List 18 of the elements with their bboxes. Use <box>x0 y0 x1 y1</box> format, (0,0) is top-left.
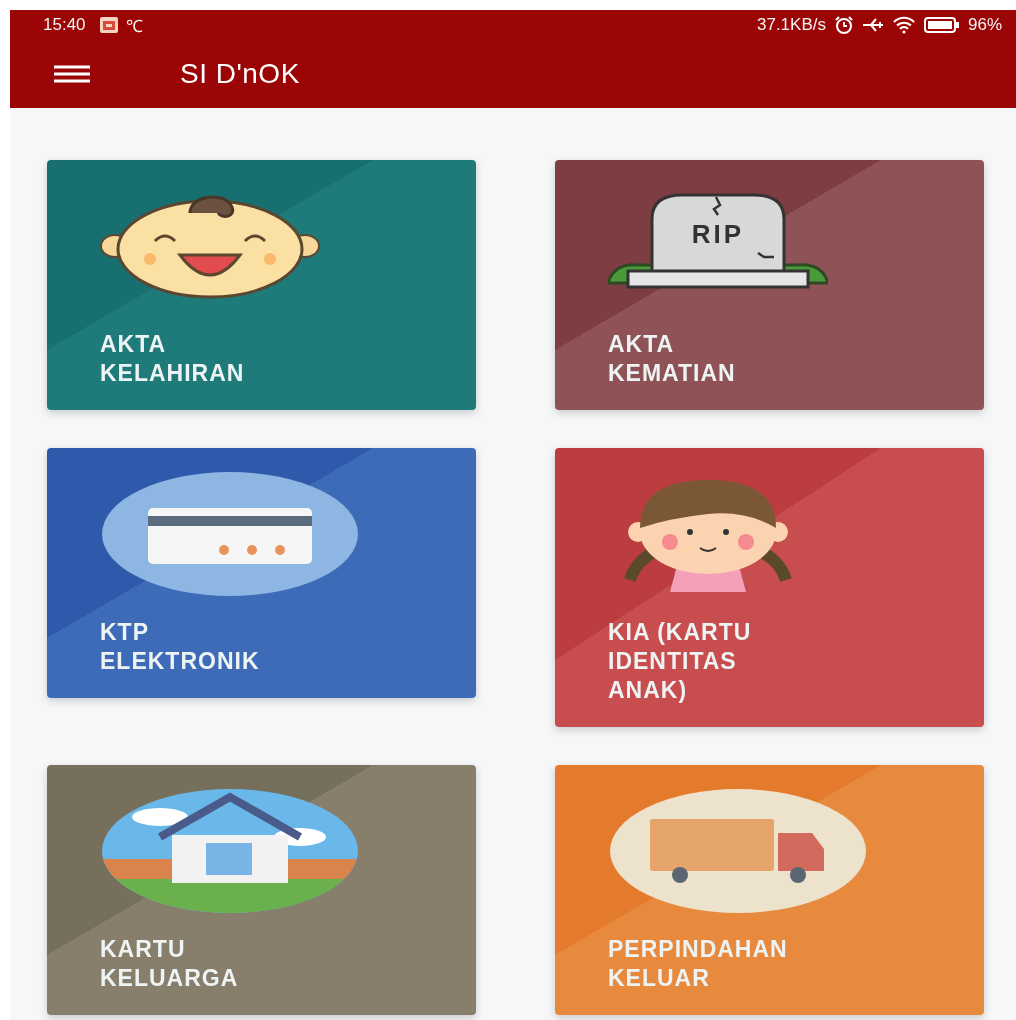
app-title: SI D'nOK <box>180 58 300 90</box>
menu-card[interactable]: KIA (KARTU IDENTITAS ANAK) <box>555 448 984 727</box>
battery-level: 96% <box>967 15 1002 35</box>
menu-card[interactable]: PERPINDAHAN KELUAR <box>555 765 984 1015</box>
clock: 15:40 <box>43 15 86 35</box>
menu-card[interactable]: KTP ELEKTRONIK <box>47 448 476 698</box>
wifi-icon <box>891 16 916 34</box>
battery-icon <box>923 17 960 33</box>
alarm-icon <box>833 15 854 35</box>
temperature-unit: ℃ <box>125 15 143 37</box>
menu-card[interactable]: AKTA KELAHIRAN <box>47 160 476 410</box>
menu-card[interactable]: RIP AKTA KEMATIAN <box>555 160 984 410</box>
menu-card[interactable]: KARTU KELUARGA <box>47 765 476 1015</box>
airplane-icon <box>861 17 884 33</box>
truck-icon <box>608 789 868 913</box>
menu-button[interactable] <box>54 65 90 83</box>
network-speed: 37.1KB/s <box>756 15 826 35</box>
id-card-icon <box>100 472 360 596</box>
